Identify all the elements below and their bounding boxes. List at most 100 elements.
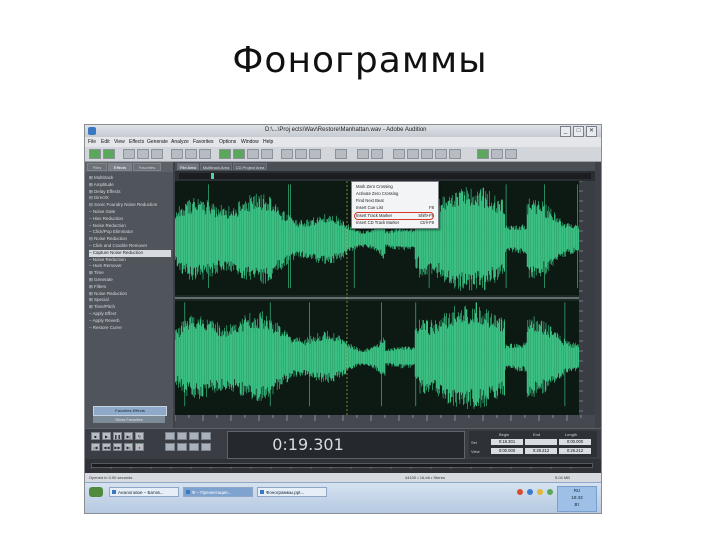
tree-item[interactable]: ⊞ Noise Reduction xyxy=(89,291,171,298)
zoom-full-icon[interactable] xyxy=(189,432,199,440)
metronome-icon[interactable] xyxy=(491,149,503,159)
fade-icon[interactable] xyxy=(371,149,383,159)
selection-length-field[interactable]: 0:00.000 xyxy=(559,439,591,445)
view-range-marker[interactable] xyxy=(211,173,214,179)
trim-icon[interactable] xyxy=(281,149,293,159)
view-begin-field[interactable]: 0:00.000 xyxy=(491,448,523,454)
selection-begin-field[interactable]: 0:18.301 xyxy=(491,439,523,445)
menu-item-find-next-beat[interactable]: Find Next Beat xyxy=(356,198,384,204)
menu-item-insert-cd-track-marker[interactable]: Insert CD Track Marker Ctrl+F8 xyxy=(356,220,434,226)
paste-icon[interactable] xyxy=(199,149,211,159)
new-file-icon[interactable] xyxy=(123,149,135,159)
tree-item[interactable]: ⊟ Noise Reduction xyxy=(89,236,171,243)
zoom-out-horizontal-icon[interactable] xyxy=(177,432,187,440)
maximize-button[interactable]: □ xyxy=(573,126,584,137)
tree-item[interactable]: ⊞ Multitrack xyxy=(89,175,171,182)
menu-options[interactable]: Options xyxy=(219,139,236,145)
tab-effects[interactable]: Effects xyxy=(108,163,132,171)
silence-icon[interactable] xyxy=(295,149,307,159)
rewind-button[interactable]: ◀◀ xyxy=(102,443,111,451)
clock[interactable]: RU 18:43 Вт xyxy=(557,486,597,512)
taskbar-item-3[interactable]: Фонограммы.ppt... xyxy=(257,487,327,497)
tree-item[interactable]: ⊞ Amplitude xyxy=(89,182,171,189)
lasso-tool-icon[interactable] xyxy=(421,149,433,159)
loop-icon[interactable] xyxy=(335,149,347,159)
zoom-out-vertical-icon[interactable] xyxy=(177,443,187,451)
overview-bar[interactable] xyxy=(179,173,591,179)
go-to-start-button[interactable]: |◀ xyxy=(91,443,100,451)
menu-file[interactable]: File xyxy=(88,139,96,145)
menu-analyze[interactable]: Analyze xyxy=(171,139,189,145)
menu-help[interactable]: Help xyxy=(263,139,273,145)
tab-multitrack-area[interactable]: Multitrack Area xyxy=(200,163,232,170)
antivirus-icon[interactable] xyxy=(517,489,523,495)
tab-cd-project-area[interactable]: CD Project Area xyxy=(233,163,267,170)
marquee-tool-icon[interactable] xyxy=(407,149,419,159)
loop-play-button[interactable]: ↻ xyxy=(135,432,144,440)
tree-item[interactable]: – Noise Reduction xyxy=(89,223,171,230)
start-button[interactable] xyxy=(89,487,103,497)
show-favorites-button[interactable]: Show Favorites xyxy=(93,416,165,423)
view-end-field[interactable]: 0:29.212 xyxy=(525,448,557,454)
menu-window[interactable]: Window xyxy=(241,139,259,145)
cd-icon[interactable] xyxy=(477,149,489,159)
save-file-icon[interactable] xyxy=(151,149,163,159)
tree-item[interactable]: – Apply Reverb xyxy=(89,318,171,325)
tree-item[interactable]: ⊞ Generate xyxy=(89,277,171,284)
view-length-field[interactable]: 0:29.212 xyxy=(559,448,591,454)
menu-edit[interactable]: Edit xyxy=(101,139,110,145)
cut-icon[interactable] xyxy=(171,149,183,159)
time-ruler[interactable] xyxy=(174,415,595,428)
mix-paste-icon[interactable] xyxy=(309,149,321,159)
normalize-icon[interactable] xyxy=(357,149,369,159)
help-icon[interactable] xyxy=(505,149,517,159)
selection-end-field[interactable] xyxy=(525,439,557,445)
redo-icon[interactable] xyxy=(261,149,273,159)
tree-item[interactable]: ⊞ Filters xyxy=(89,284,171,291)
tree-item[interactable]: – Capture Noise Reduction xyxy=(89,249,171,257)
taskbar-item-2[interactable]: Ф – Презентация... xyxy=(183,487,253,497)
zoom-in-vertical-icon[interactable] xyxy=(165,443,175,451)
tab-files[interactable]: Files xyxy=(87,163,107,171)
forward-button[interactable]: ▶▶ xyxy=(113,443,122,451)
tab-file-area[interactable]: File Area xyxy=(177,163,199,170)
tree-item[interactable]: – Hiss Reduction xyxy=(89,216,171,223)
tree-item[interactable]: ⊞ Special xyxy=(89,297,171,304)
zoom-right-icon[interactable] xyxy=(201,443,211,451)
play-to-end-button[interactable]: ▶| xyxy=(124,432,133,440)
play-button[interactable]: ▶ xyxy=(102,432,111,440)
zoom-in-horizontal-icon[interactable] xyxy=(165,432,175,440)
zoom-left-icon[interactable] xyxy=(189,443,199,451)
tree-item[interactable]: – Click and Crackle Remover xyxy=(89,243,171,250)
minimize-button[interactable]: _ xyxy=(560,126,571,137)
open-file-icon[interactable] xyxy=(137,149,149,159)
volume-icon[interactable] xyxy=(537,489,543,495)
update-icon[interactable] xyxy=(547,489,553,495)
zoom-tool-icon[interactable] xyxy=(449,149,461,159)
network-icon[interactable] xyxy=(527,489,533,495)
menu-favorites[interactable]: Favorites xyxy=(193,139,214,145)
select-tool-icon[interactable] xyxy=(393,149,405,159)
pause-button[interactable]: ❚❚ xyxy=(113,432,122,440)
tree-item[interactable]: – Noise Gate xyxy=(89,209,171,216)
multitrack-view-icon[interactable] xyxy=(103,149,115,159)
tree-item[interactable]: – Noise Reduction xyxy=(89,257,171,264)
close-button[interactable]: ✕ xyxy=(586,126,597,137)
copy-icon[interactable] xyxy=(185,149,197,159)
tree-item[interactable]: ⊟ Sonic Foundry Noise Reduction xyxy=(89,202,171,209)
go-to-end-button[interactable]: ▶| xyxy=(124,443,133,451)
undo-icon[interactable] xyxy=(247,149,259,159)
hand-tool-icon[interactable] xyxy=(435,149,447,159)
tree-item[interactable]: – Hum Remover xyxy=(89,263,171,270)
tree-item[interactable]: ⊞ Time xyxy=(89,270,171,277)
spectral-view-icon[interactable] xyxy=(219,149,231,159)
tab-favorites[interactable]: Favorites xyxy=(133,163,161,171)
tree-item[interactable]: ⊟ DirectX xyxy=(89,195,171,202)
zoom-selection-icon[interactable] xyxy=(201,432,211,440)
stop-button[interactable]: ■ xyxy=(91,432,100,440)
taskbar-item-1[interactable]: Аналоговое – Батов... xyxy=(109,487,179,497)
menu-generate[interactable]: Generate xyxy=(147,139,168,145)
tree-item[interactable]: – Restore Curve xyxy=(89,325,171,332)
waveform-view-icon[interactable] xyxy=(233,149,245,159)
tree-item[interactable]: – Click/Pop Eliminator xyxy=(89,229,171,236)
